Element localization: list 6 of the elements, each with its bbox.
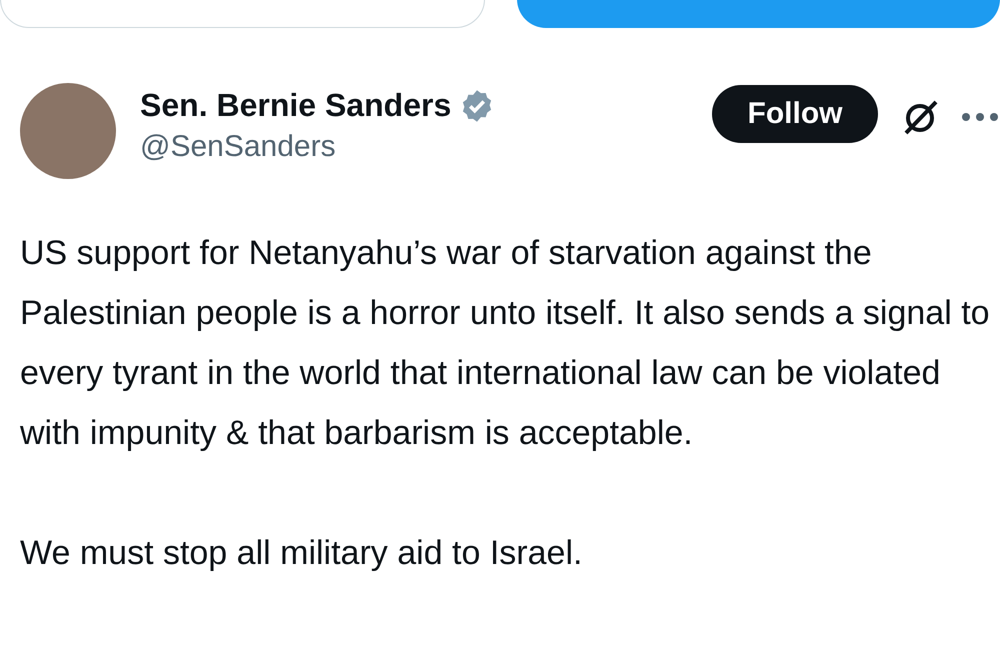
- author-handle[interactable]: @SenSanders: [140, 130, 496, 164]
- follow-button[interactable]: Follow: [712, 85, 878, 143]
- author-name[interactable]: Sen. Bernie Sanders: [140, 87, 452, 124]
- tweet-text: We must stop all military aid to Israel.: [20, 533, 584, 574]
- more-icon[interactable]: [960, 111, 1000, 123]
- tweet-text: US support for Netanyahu’s war of starvation against the Palestinian people is a horror unto itself. It also sends a signal to every tyrant in the world that international law can be violated with impunity & that barbarism is acceptable.: [20, 233, 991, 454]
